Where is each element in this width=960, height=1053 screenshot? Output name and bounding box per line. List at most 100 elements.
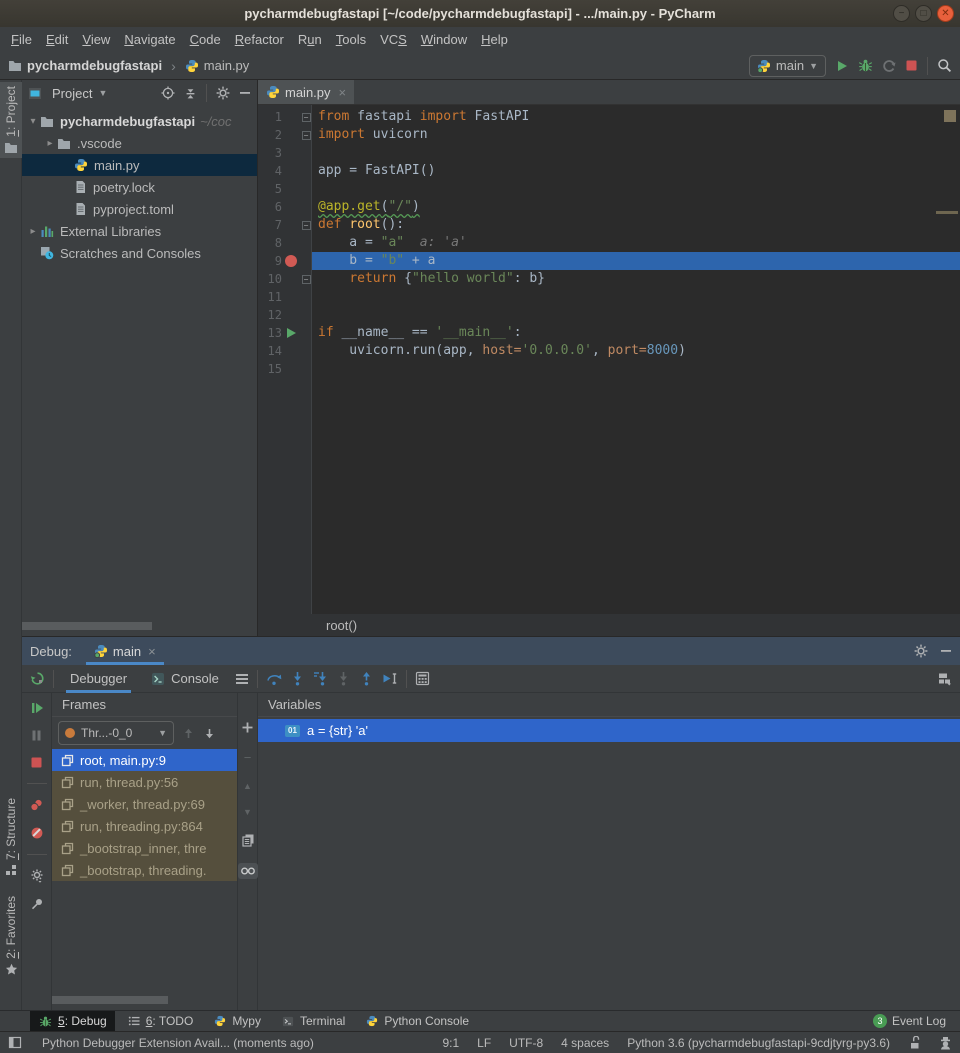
code-line-1[interactable]: 1−from fastapi import FastAPI [258, 108, 960, 126]
code-line-9[interactable]: 9 b = "b" + a [258, 252, 960, 270]
debug-settings-gear-button[interactable] [30, 869, 44, 883]
highlighting-level-icon[interactable] [939, 1036, 952, 1050]
run-button[interactable] [835, 59, 849, 73]
toolwindow-python-console[interactable]: Python Console [357, 1011, 477, 1032]
tree-item-pycharmdebugfastapi[interactable]: ▾pycharmdebugfastapi~/coc [22, 110, 257, 132]
resume-program-button[interactable] [30, 701, 44, 715]
breadcrumb-project[interactable]: pycharmdebugfastapi [27, 58, 162, 73]
error-stripe-mark[interactable] [936, 211, 958, 214]
run-config-select[interactable]: main ▼ [749, 55, 826, 77]
menu-edit[interactable]: Edit [39, 29, 75, 50]
tool-window-toggle-icon[interactable] [8, 1036, 22, 1049]
tree-collapsed-arrow-icon[interactable]: ▸ [43, 138, 57, 149]
run-to-cursor-button[interactable] [382, 671, 398, 686]
close-tab-icon[interactable]: × [339, 85, 347, 100]
menu-run[interactable]: Run [291, 29, 329, 50]
thread-selector[interactable]: Thr...-0_0 ▼ [58, 721, 174, 745]
fold-marker-icon[interactable]: − [300, 131, 312, 140]
python-interpreter[interactable]: Python 3.6 (pycharmdebugfastapi-9cdjtyrg… [627, 1036, 890, 1050]
collapse-all-button[interactable] [184, 87, 197, 100]
code-area[interactable]: 1−from fastapi import FastAPI2−import uv… [258, 105, 960, 614]
fold-marker-icon[interactable]: − [300, 113, 312, 122]
layout-options-icon[interactable] [235, 673, 249, 685]
move-down-button[interactable]: ▼ [243, 807, 252, 817]
tree-item-pyproject-toml[interactable]: pyproject.toml [22, 198, 257, 220]
menu-navigate[interactable]: Navigate [117, 29, 182, 50]
step-over-button[interactable] [266, 671, 282, 686]
menu-refactor[interactable]: Refactor [228, 29, 291, 50]
add-watch-button[interactable] [241, 721, 254, 734]
project-horizontal-scrollbar[interactable] [22, 622, 152, 630]
caret-position[interactable]: 9:1 [442, 1036, 459, 1050]
tree-item-scratches-and-consoles[interactable]: Scratches and Consoles [22, 242, 257, 264]
indent-style[interactable]: 4 spaces [561, 1036, 609, 1050]
duplicate-watch-button[interactable] [241, 833, 255, 847]
code-line-11[interactable]: 11 [258, 288, 960, 306]
close-session-icon[interactable]: × [148, 644, 156, 659]
menu-help[interactable]: Help [474, 29, 515, 50]
coverage-button[interactable] [882, 59, 896, 73]
code-line-15[interactable]: 15 [258, 360, 960, 378]
frame-row-root-main-py-9[interactable]: root, main.py:9 [52, 749, 237, 771]
debug-button[interactable] [858, 58, 873, 73]
pin-tab-button[interactable] [30, 897, 44, 911]
fold-marker-icon[interactable]: − [300, 221, 312, 230]
tab-debugger[interactable]: Debugger [62, 665, 135, 693]
previous-frame-button[interactable] [182, 727, 195, 740]
stripe-project-button[interactable]: 1: Project [0, 82, 22, 158]
step-out-button[interactable] [359, 671, 374, 686]
code-line-10[interactable]: 10− return {"hello world": b} [258, 270, 960, 288]
breakpoint-icon[interactable] [282, 255, 300, 267]
breadcrumb-file[interactable]: main.py [204, 58, 250, 73]
frame-row-worker-thread-py-69[interactable]: _worker, thread.py:69 [52, 793, 237, 815]
hide-debug-panel-button[interactable] [940, 645, 952, 657]
code-line-6[interactable]: 6@app.get("/") [258, 198, 960, 216]
toolwindow-mypy[interactable]: Mypy [205, 1011, 269, 1032]
tab-console[interactable]: Console [143, 665, 227, 693]
tree-item-poetry-lock[interactable]: poetry.lock [22, 176, 257, 198]
frame-row-run-threading-py-864[interactable]: run, threading.py:864 [52, 815, 237, 837]
hide-panel-button[interactable] [239, 87, 251, 99]
toolwindow-terminal[interactable]: Terminal [273, 1011, 353, 1032]
editor-breadcrumb-item[interactable]: root() [326, 618, 357, 633]
locate-file-button[interactable] [161, 86, 175, 100]
project-panel-title[interactable]: Project [52, 86, 92, 101]
menu-vcs[interactable]: VCS [373, 29, 414, 50]
frames-horizontal-scrollbar[interactable] [52, 996, 168, 1004]
code-line-14[interactable]: 14 uvicorn.run(app, host='0.0.0.0', port… [258, 342, 960, 360]
toolwindow-6-todo[interactable]: 6: TODO [119, 1011, 202, 1032]
search-everywhere-button[interactable] [937, 58, 952, 73]
code-line-13[interactable]: 13if __name__ == '__main__': [258, 324, 960, 342]
debug-settings-gear-button[interactable] [914, 644, 928, 658]
force-step-into-button[interactable] [336, 671, 351, 686]
step-into-my-code-button[interactable] [313, 671, 328, 686]
code-line-12[interactable]: 12 [258, 306, 960, 324]
menu-code[interactable]: Code [183, 29, 228, 50]
code-line-8[interactable]: 8 a = "a" a: 'a' [258, 234, 960, 252]
chevron-down-icon[interactable]: ▼ [98, 88, 107, 98]
unlock-icon[interactable] [908, 1036, 921, 1050]
stop-button[interactable] [905, 59, 918, 72]
line-separator[interactable]: LF [477, 1036, 491, 1050]
frame-row-bootstrap-threading[interactable]: _bootstrap, threading. [52, 859, 237, 881]
stripe-structure-button[interactable]: 7: Structure [0, 794, 22, 880]
minimize-button[interactable]: − [893, 5, 910, 22]
project-settings-gear-button[interactable] [216, 86, 230, 100]
tree-item-vscode[interactable]: ▸.vscode [22, 132, 257, 154]
restore-layout-button[interactable] [937, 671, 952, 686]
frame-row-run-thread-py-56[interactable]: run, thread.py:56 [52, 771, 237, 793]
stripe-favorites-button[interactable]: 2: Favorites [0, 892, 22, 980]
show-watches-toggle[interactable] [238, 863, 258, 879]
tree-expanded-arrow-icon[interactable]: ▾ [26, 116, 40, 127]
close-button[interactable]: ✕ [937, 5, 954, 22]
code-line-4[interactable]: 4app = FastAPI() [258, 162, 960, 180]
fold-marker-icon[interactable]: − [300, 275, 312, 284]
code-line-2[interactable]: 2−import uvicorn [258, 126, 960, 144]
stop-process-button[interactable] [30, 756, 43, 769]
evaluate-expression-button[interactable] [415, 671, 430, 686]
toolwindow-event-log[interactable]: 3Event Log [865, 1011, 954, 1032]
code-line-5[interactable]: 5 [258, 180, 960, 198]
rerun-button[interactable] [30, 671, 45, 686]
tree-collapsed-arrow-icon[interactable]: ▸ [26, 226, 40, 237]
move-up-button[interactable]: ▲ [243, 781, 252, 791]
